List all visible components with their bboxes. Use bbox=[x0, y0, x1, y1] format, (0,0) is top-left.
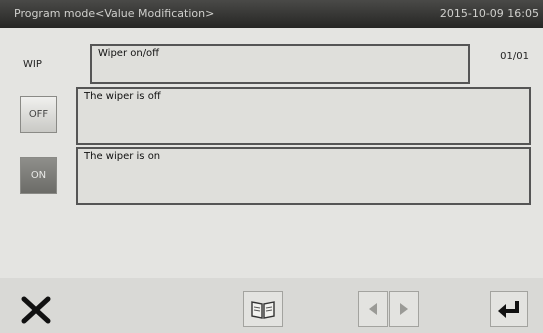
off-description: The wiper is off bbox=[84, 91, 161, 102]
previous-page-button[interactable] bbox=[358, 291, 388, 327]
parameter-code: WIP bbox=[23, 59, 42, 70]
title-bar: Program mode<Value Modification> 2015-10… bbox=[0, 0, 543, 28]
enter-button[interactable] bbox=[490, 291, 528, 327]
close-icon bbox=[21, 296, 51, 324]
off-button-label: OFF bbox=[28, 109, 49, 120]
triangle-right-icon bbox=[400, 303, 408, 315]
on-description-box: The wiper is on bbox=[76, 147, 531, 205]
date-time: 2015-10-09 16:05 bbox=[439, 7, 539, 20]
book-icon bbox=[251, 301, 275, 319]
screen-title: Program mode<Value Modification> bbox=[14, 7, 215, 20]
next-page-button[interactable] bbox=[389, 291, 419, 327]
parameter-name-box: Wiper on/off bbox=[90, 44, 470, 84]
off-button[interactable]: OFF bbox=[20, 96, 57, 133]
page-indicator: 01/01 bbox=[500, 51, 529, 62]
enter-icon bbox=[498, 301, 519, 318]
on-button-label: ON bbox=[30, 170, 47, 181]
on-button[interactable]: ON bbox=[20, 157, 57, 194]
off-description-box: The wiper is off bbox=[76, 87, 531, 145]
on-description: The wiper is on bbox=[84, 151, 161, 162]
triangle-left-icon bbox=[369, 303, 377, 315]
cancel-button[interactable] bbox=[17, 293, 55, 327]
manual-button[interactable] bbox=[243, 291, 283, 327]
parameter-name: Wiper on/off bbox=[98, 48, 160, 59]
